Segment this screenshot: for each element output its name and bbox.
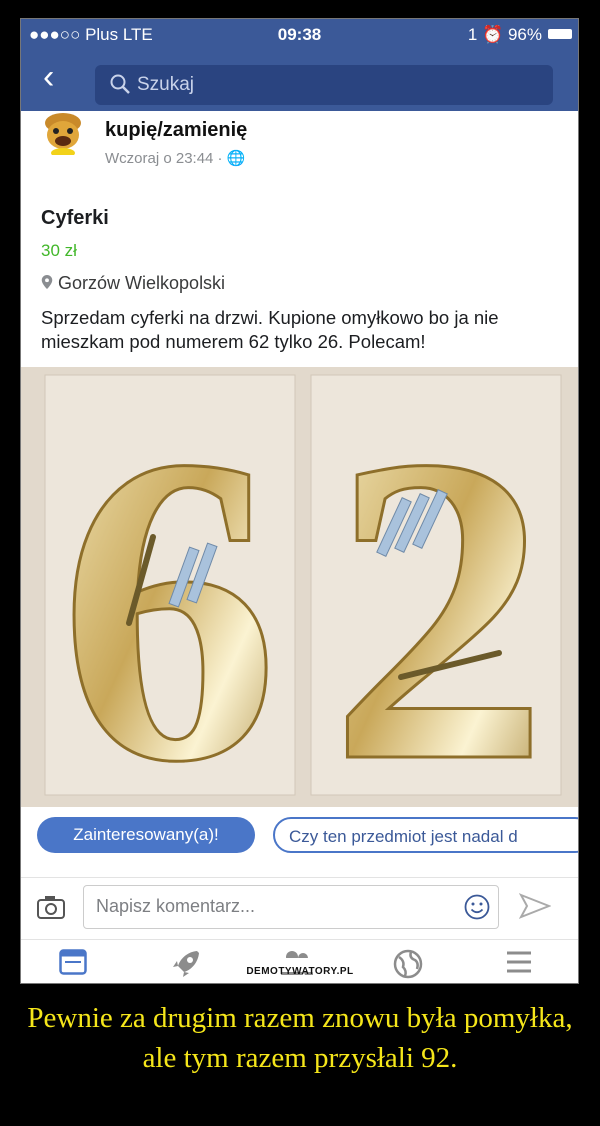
caption: Pewnie za drugim razem znowu była pomyłk… xyxy=(27,1002,573,1074)
search-icon xyxy=(110,74,130,94)
digit-six: 6 xyxy=(59,367,279,807)
poster-name[interactable]: kupię/zamienię xyxy=(105,119,247,142)
comment-bar: Napisz komentarz... xyxy=(21,881,578,935)
battery-label: 1 ⏰ 96% xyxy=(467,25,542,44)
avatar[interactable] xyxy=(39,111,87,155)
comment-input[interactable]: Napisz komentarz... xyxy=(83,885,499,929)
still-available-button[interactable]: Czy ten przedmiot jest nadal d xyxy=(273,817,578,853)
divider xyxy=(21,877,578,878)
nav-bar: ‹ Szukaj xyxy=(21,49,578,111)
post-timestamp: Wczoraj o 23:44 · 🌐 xyxy=(105,150,246,167)
back-button[interactable]: ‹ xyxy=(43,57,54,97)
search-input[interactable]: Szukaj xyxy=(95,65,553,105)
interested-button[interactable]: Zainteresowany(a)! xyxy=(37,817,255,853)
camera-icon[interactable] xyxy=(37,895,65,919)
phone-screenshot: ●●●○○ Plus LTE 09:38 1 ⏰ 96% ‹ Szukaj ku… xyxy=(20,18,579,984)
action-buttons: Zainteresowany(a)! Czy ten przedmiot jes… xyxy=(21,817,578,857)
battery-icon xyxy=(548,29,572,39)
listing-description: Sprzedam cyferki na drzwi. Kupione omyłk… xyxy=(41,307,499,352)
emoji-icon[interactable] xyxy=(464,894,490,920)
watermark: DEMOTYWATORY.PL xyxy=(246,966,354,977)
comment-placeholder: Napisz komentarz... xyxy=(96,896,256,916)
digit-two: 2 xyxy=(329,367,549,807)
location-pin-icon xyxy=(41,275,53,289)
status-bar: ●●●○○ Plus LTE 09:38 1 ⏰ 96% xyxy=(21,19,578,49)
location-text: Gorzów Wielkopolski xyxy=(58,273,226,293)
search-placeholder: Szukaj xyxy=(137,74,195,95)
listing-location: Gorzów Wielkopolski xyxy=(41,273,225,294)
send-icon[interactable] xyxy=(519,893,551,919)
listing-photo[interactable]: 6 2 xyxy=(21,367,579,807)
listing-price: 30 zł xyxy=(41,241,77,260)
listing-title: Cyferki xyxy=(41,207,109,229)
